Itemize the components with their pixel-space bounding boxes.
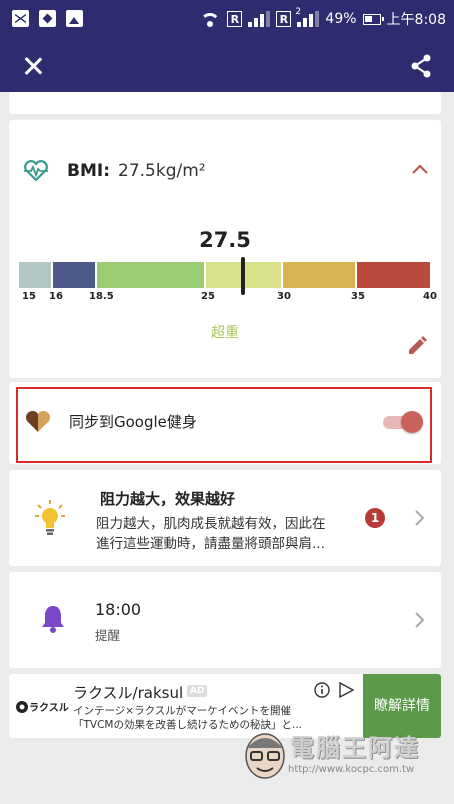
bmi-tick-label: 15 xyxy=(22,291,36,302)
status-bar: R R 2 49% 上午8:08 xyxy=(0,0,454,40)
bmi-segment xyxy=(357,262,430,288)
roaming-indicator-1: R xyxy=(227,11,243,27)
info-icon[interactable] xyxy=(314,682,330,698)
wifi-icon xyxy=(199,11,221,27)
chevron-right-icon[interactable] xyxy=(415,612,424,628)
bmi-label: BMI: xyxy=(67,161,110,181)
signal-icon-2: 2 xyxy=(295,7,320,27)
highlight-frame xyxy=(16,387,432,463)
bmi-scale xyxy=(19,262,430,288)
status-time: 上午8:08 xyxy=(386,12,446,28)
bmi-tick-label: 16 xyxy=(49,291,63,302)
reminder-card[interactable]: 18:00 提醒 xyxy=(9,572,441,668)
share-icon[interactable] xyxy=(410,54,432,78)
reminder-time: 18:00 xyxy=(95,600,142,619)
bmi-category: 超重 xyxy=(211,325,239,341)
tip-card[interactable]: 阻力越大，效果越好 阻力越大，肌肉成長就越有效，因此在 進行這些運動時，請盡量將… xyxy=(9,470,441,566)
tip-line-2: 進行這些運動時，請盡量將頭部與肩... xyxy=(96,536,325,552)
bmi-segment xyxy=(19,262,51,288)
lightbulb-icon xyxy=(35,500,65,535)
ad-title: ラクスル/raksul xyxy=(73,684,184,702)
bmi-card: BMI: 27.5kg/m² 27.5 15 16 18.5 25 30 35 40 超重 xyxy=(9,120,441,378)
close-icon[interactable] xyxy=(20,53,46,79)
tip-body: 阻力越大，肌肉成長就越有效，因此在 進行這些運動時，請盡量將頭部與肩... xyxy=(96,514,356,554)
chevron-right-icon[interactable] xyxy=(415,510,424,526)
mascot-face-icon xyxy=(245,733,285,779)
pencil-icon[interactable] xyxy=(407,336,427,356)
roaming-indicator-2: R xyxy=(276,11,292,27)
watermark-url: http://www.kocpc.com.tw xyxy=(288,764,415,775)
bmi-tick-label: 40 xyxy=(423,291,437,302)
ad-line-1: インテージ×ラクスルがマーケイベントを開催 xyxy=(73,705,292,717)
watermark-title: 電腦王阿達 xyxy=(290,734,420,762)
bmi-segment xyxy=(283,262,355,288)
ad-choices-icon[interactable] xyxy=(338,682,354,698)
watermark: 電腦王阿達 http://www.kocpc.com.tw xyxy=(238,720,448,802)
raksul-logo: ラクスル xyxy=(16,701,69,714)
bmi-segment xyxy=(53,262,95,288)
bell-icon xyxy=(42,606,64,633)
bmi-value: 27.5kg/m² xyxy=(118,161,206,181)
tip-line-1: 阻力越大，肌肉成長就越有效，因此在 xyxy=(96,516,326,532)
tip-title: 阻力越大，效果越好 xyxy=(100,490,236,508)
bmi-tick-label: 30 xyxy=(277,291,291,302)
unread-badge: 1 xyxy=(365,508,385,528)
bmi-tick-label: 18.5 xyxy=(89,291,114,302)
bmi-tick-label: 35 xyxy=(351,291,365,302)
bmi-big-value: 27.5 xyxy=(199,228,251,252)
bmi-needle xyxy=(240,257,245,295)
app-notification-icon xyxy=(39,10,56,27)
bmi-header: BMI: 27.5kg/m² xyxy=(23,160,206,182)
gmail-icon xyxy=(12,10,29,27)
bmi-segment xyxy=(97,262,204,288)
battery-icon xyxy=(362,13,384,25)
ad-badge: AD xyxy=(187,685,208,697)
signal-icon-1 xyxy=(248,11,271,27)
previous-card xyxy=(9,92,441,114)
reminder-label: 提醒 xyxy=(95,628,121,643)
heart-pulse-icon xyxy=(24,160,48,182)
battery-percent: 49% xyxy=(325,11,357,27)
sim-index: 2 xyxy=(295,7,302,17)
bmi-tick-label: 25 xyxy=(201,291,215,302)
raksul-logo-text: ラクスル xyxy=(29,702,69,714)
image-icon xyxy=(66,10,83,27)
chevron-up-icon[interactable] xyxy=(411,162,429,176)
app-bar xyxy=(0,40,454,92)
